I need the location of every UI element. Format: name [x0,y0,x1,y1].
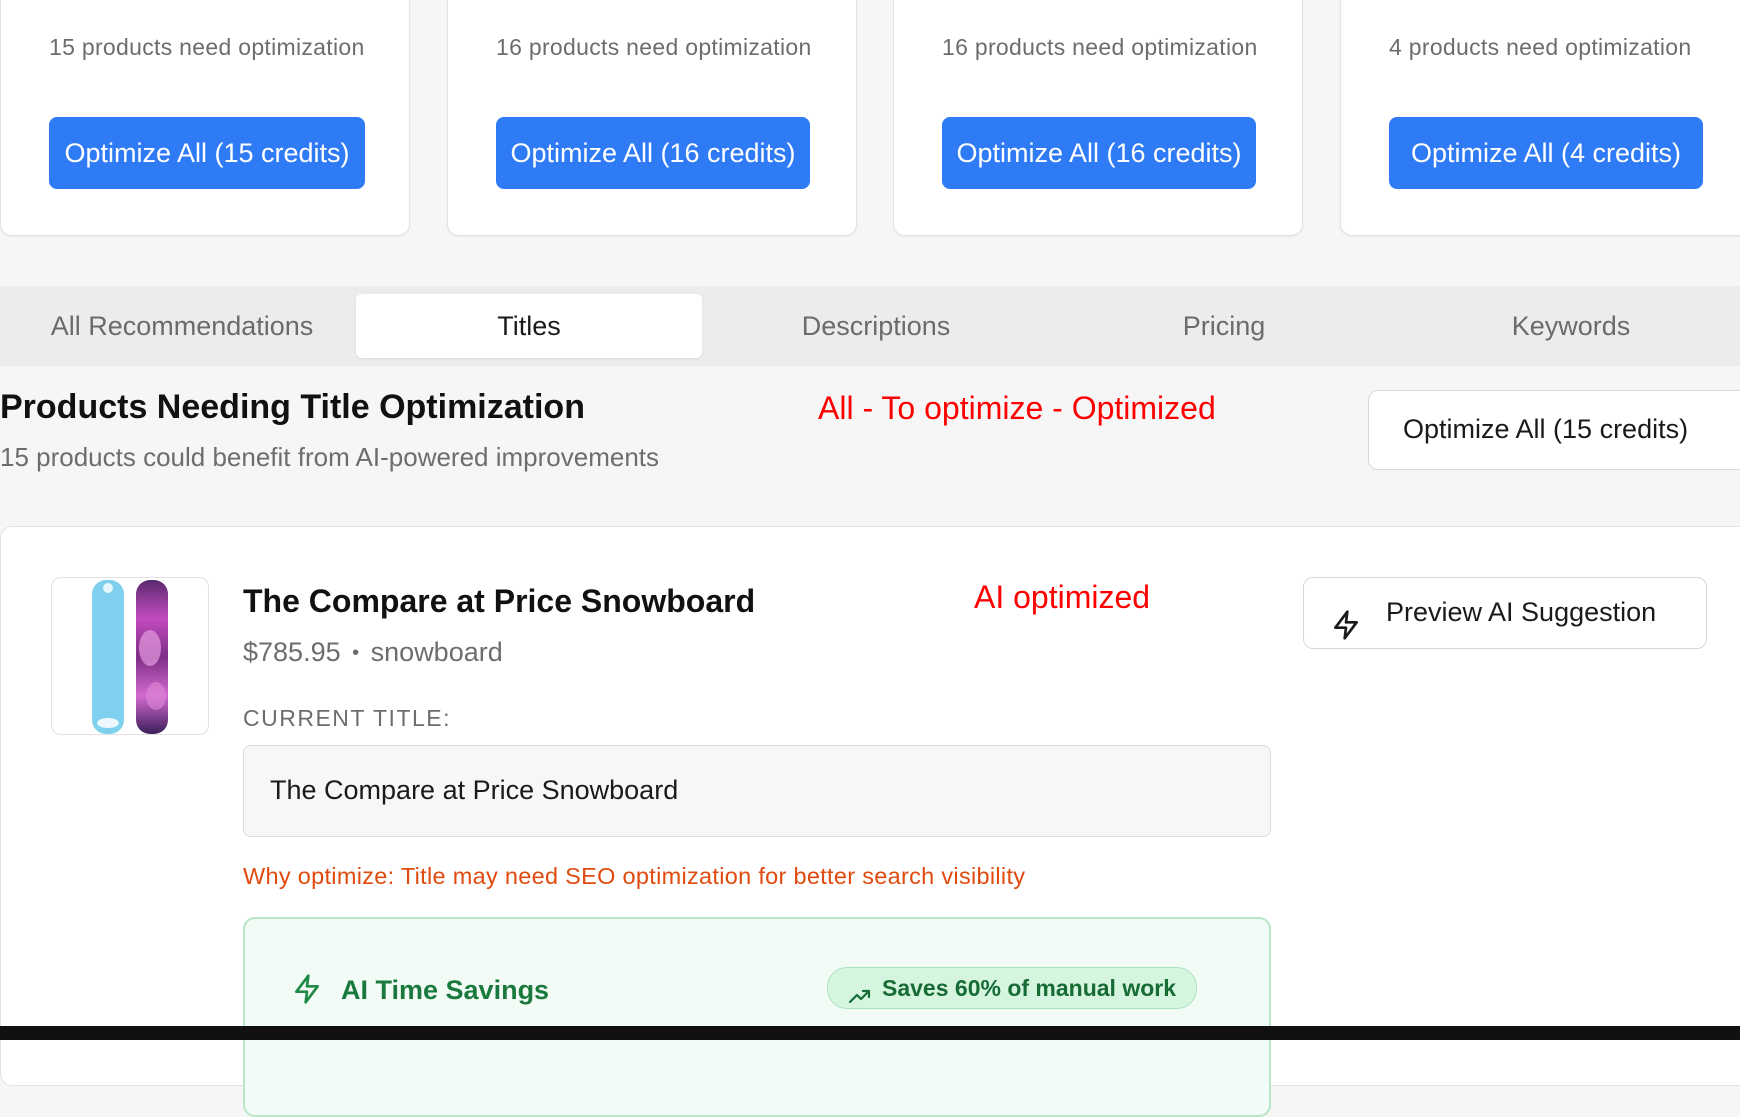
lightning-icon [1330,598,1362,640]
product-type: snowboard [370,637,503,667]
tab-keywords[interactable]: Keywords [1398,294,1740,358]
status-annotation: AI optimized [974,579,1151,615]
why-optimize-label: Why optimize: [243,863,395,889]
tab-all-recommendations[interactable]: All Recommendations [0,294,364,358]
section-title: Products Needing Title Optimization [0,388,585,426]
savings-badge: Saves 60% of manual work [827,967,1198,1009]
recommendation-tabs: All Recommendations Titles Descriptions … [0,286,1740,366]
optimize-all-button[interactable]: Optimize All (4 credits) [1389,117,1703,189]
preview-button-label: Preview AI Suggestion [1386,597,1657,627]
optimize-all-button[interactable]: Optimize All (16 credits) [942,117,1256,189]
current-title-field: The Compare at Price Snowboard [243,745,1271,837]
summary-card: 16 products need optimization Optimize A… [893,0,1303,236]
summary-card: 4 products need optimization Optimize Al… [1340,0,1740,236]
snowboard-image [92,580,168,734]
ai-time-savings-panel: AI Time Savings Saves 60% of manual work [243,917,1271,1117]
optimize-all-button[interactable]: Optimize All (16 credits) [496,117,810,189]
ai-time-savings-title: AI Time Savings [341,975,550,1005]
bottom-edge [0,1026,1740,1040]
trending-up-icon [848,978,872,1004]
summary-card: 15 products need optimization Optimize A… [0,0,410,236]
lightning-icon [291,973,323,1005]
section-subtitle: 15 products could benefit from AI-powere… [0,442,660,472]
tab-titles[interactable]: Titles [356,294,702,358]
product-card: The Compare at Price Snowboard $785.95 •… [0,526,1740,1117]
optimize-all-titles-button[interactable]: Optimize All (15 credits) [1368,390,1740,470]
product-image[interactable] [51,577,209,735]
current-title-label: CURRENT TITLE: [243,705,452,731]
preview-ai-suggestion-button[interactable]: Preview AI Suggestion [1303,577,1707,649]
product-meta: $785.95 • snowboard [243,637,503,668]
optimize-all-button[interactable]: Optimize All (15 credits) [49,117,365,189]
summary-card: 16 products need optimization Optimize A… [447,0,857,236]
tab-descriptions[interactable]: Descriptions [702,294,1050,358]
products-need-text: 4 products need optimization [1389,34,1692,60]
product-name: The Compare at Price Snowboard [243,583,756,619]
why-optimize-text: Title may need SEO optimization for bett… [400,863,1026,889]
tab-pricing[interactable]: Pricing [1050,294,1398,358]
products-need-text: 15 products need optimization [49,34,365,60]
products-need-text: 16 products need optimization [942,34,1258,60]
products-need-text: 16 products need optimization [496,34,812,60]
product-price: $785.95 [243,637,341,667]
why-optimize: Why optimize: Title may need SEO optimiz… [243,863,1025,890]
meta-separator: • [352,642,360,664]
filter-annotation: All - To optimize - Optimized [818,390,1216,426]
savings-badge-label: Saves 60% of manual work [882,975,1177,1001]
